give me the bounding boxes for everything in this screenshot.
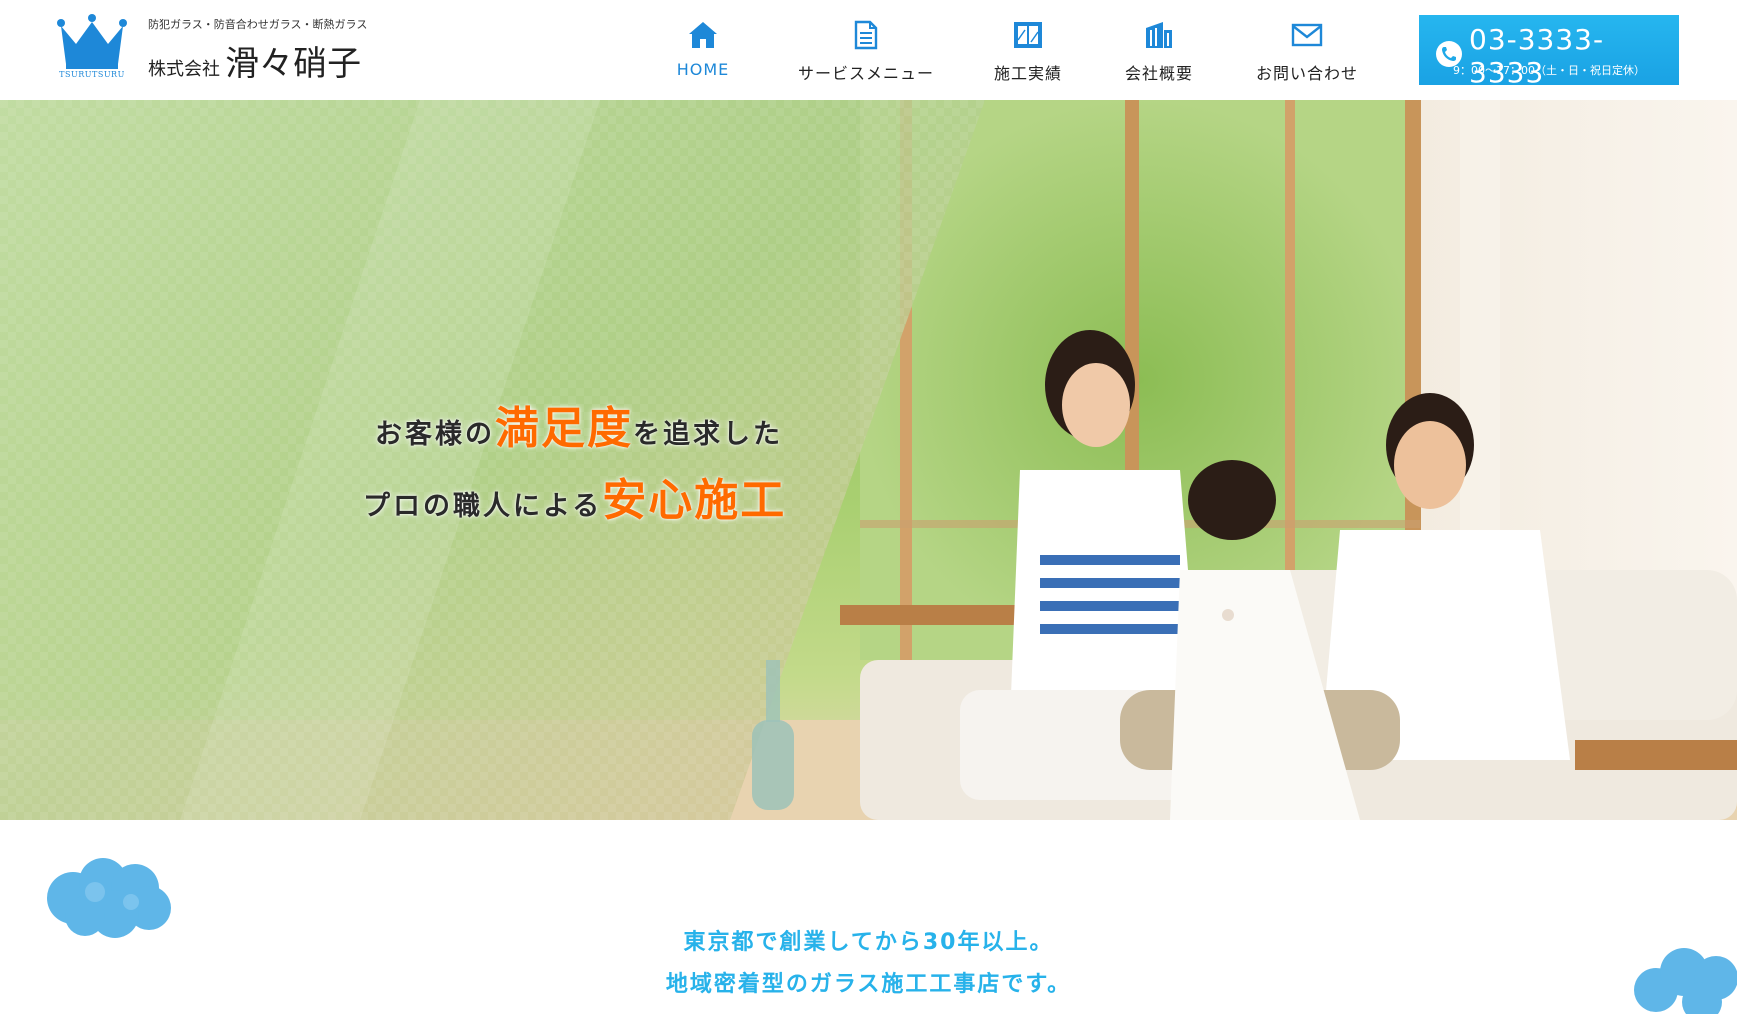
building-icon [1142, 18, 1176, 52]
company-name: 株式会社 滑々硝子 [148, 36, 361, 85]
hero-text: プロの職人による [363, 491, 603, 522]
nav-label: 施工実績 [993, 64, 1062, 83]
nav-company[interactable]: 会社概要 [1090, 18, 1228, 84]
nav-label: HOME [676, 60, 730, 79]
site-logo[interactable]: TSURUTSURU 防犯ガラス・防音合わせガラス・断熱ガラス 株式会社 滑々硝… [56, 14, 396, 84]
hero-photo [0, 100, 1737, 820]
window-icon [1011, 18, 1045, 52]
nav-contact[interactable]: お問い合わせ [1228, 18, 1386, 84]
nav-label: サービスメニュー [797, 64, 934, 83]
main-nav: HOME サービスメニュー 施工実績 会社概要 お問い合わせ [640, 18, 1386, 84]
home-icon [686, 18, 720, 52]
hero-banner: お客様の満足度を追求した プロの職人による安心施工 [0, 100, 1737, 820]
mail-icon [1290, 18, 1324, 52]
logo-tagline: 防犯ガラス・防音合わせガラス・断熱ガラス [148, 18, 368, 31]
intro-section: 東京都で創業してから30年以上。 地域密着型のガラス施工工事店です。 [0, 820, 1737, 1018]
intro-line-1: 東京都で創業してから30年以上。 [683, 930, 1054, 955]
nav-label: 会社概要 [1124, 64, 1193, 83]
company-title: 滑々硝子 [225, 44, 362, 84]
hero-text: お客様の [375, 419, 495, 450]
hero-text: を追求した [633, 419, 783, 450]
hero-line-1: お客様の満足度を追求した [375, 392, 783, 456]
site-header: TSURUTSURU 防犯ガラス・防音合わせガラス・断熱ガラス 株式会社 滑々硝… [0, 0, 1737, 100]
document-icon [849, 18, 883, 52]
business-hours: 9：00〜17：00（土・日・祝日定休） [1453, 64, 1645, 77]
hero-highlight: 安心施工 [602, 475, 787, 526]
phone-contact-button[interactable]: 03-3333-3333 9：00〜17：00（土・日・祝日定休） [1419, 15, 1679, 89]
nav-label: お問い合わせ [1255, 64, 1358, 83]
hero-highlight: 満足度 [495, 403, 633, 454]
hero-line-2: プロの職人による安心施工 [363, 464, 786, 528]
intro-line-2: 地域密着型のガラス施工工事店です。 [665, 972, 1072, 997]
phone-number: 03-3333-3333 [1469, 23, 1605, 89]
logo-brand-text: TSURUTSURU [59, 70, 125, 79]
nav-home[interactable]: HOME [640, 18, 766, 84]
company-prefix: 株式会社 [148, 59, 220, 80]
nav-works[interactable]: 施工実績 [966, 18, 1090, 84]
nav-service-menu[interactable]: サービスメニュー [766, 18, 966, 84]
